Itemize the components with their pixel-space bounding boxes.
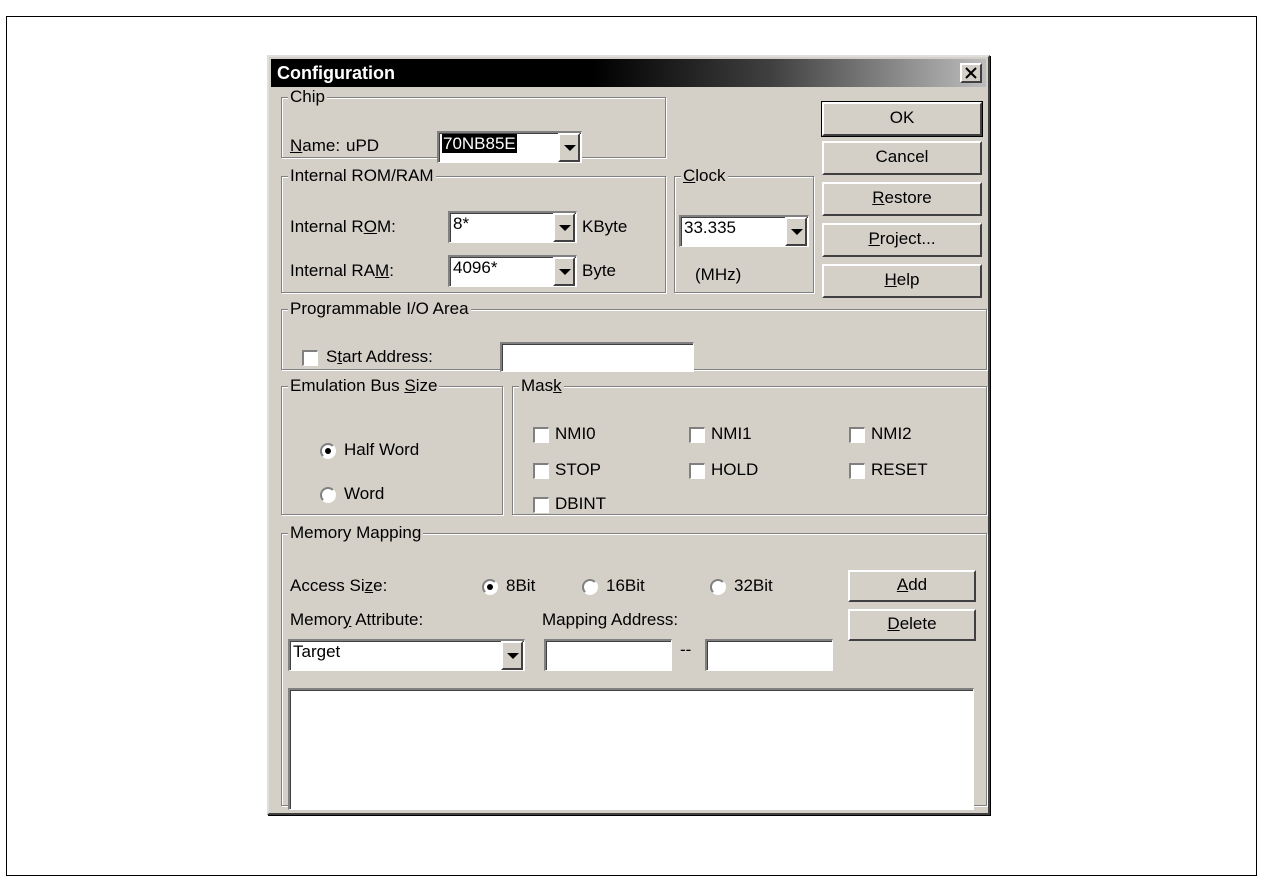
half-word-label: Half Word bbox=[344, 440, 420, 459]
mapping-address-separator: -- bbox=[680, 640, 692, 659]
internal-rom-label: Internal ROM: bbox=[290, 217, 396, 236]
internal-rom-dropdown-button[interactable] bbox=[553, 213, 575, 242]
stop-label: STOP bbox=[555, 460, 601, 479]
internal-rom-ram-group: Internal ROM/RAM Internal ROM: 8* KByte … bbox=[281, 167, 666, 293]
memory-mapping-legend: Memory Mapping bbox=[288, 523, 424, 542]
start-address-input[interactable] bbox=[500, 342, 694, 372]
half-word-radio[interactable] bbox=[320, 443, 336, 459]
help-button[interactable]: Help bbox=[822, 264, 982, 298]
internal-ram-label: Internal RAM: bbox=[290, 261, 394, 280]
chevron-down-icon bbox=[559, 268, 571, 275]
hold-checkbox[interactable] bbox=[689, 463, 705, 479]
reset-label: RESET bbox=[871, 460, 928, 479]
restore-button[interactable]: Restore bbox=[822, 182, 982, 216]
nmi0-label: NMI0 bbox=[555, 424, 596, 443]
programmable-io-group: Programmable I/O Area Start Address: bbox=[281, 299, 987, 372]
access-16bit-label: 16Bit bbox=[606, 576, 645, 595]
close-button[interactable] bbox=[960, 63, 982, 83]
add-button[interactable]: Add bbox=[848, 570, 976, 602]
dbint-checkbox[interactable] bbox=[533, 497, 549, 513]
dialog-title: Configuration bbox=[277, 63, 395, 83]
nmi0-checkbox[interactable] bbox=[533, 427, 549, 443]
internal-rom-combo[interactable]: 8* bbox=[448, 211, 577, 243]
access-32bit-radio[interactable] bbox=[710, 579, 726, 595]
start-address-checkbox[interactable] bbox=[302, 350, 318, 366]
mapping-address-label: Mapping Address: bbox=[542, 610, 679, 629]
nmi1-label: NMI1 bbox=[711, 424, 752, 443]
chevron-down-icon bbox=[564, 144, 576, 151]
chevron-down-icon bbox=[559, 224, 571, 231]
memory-attribute-combo[interactable]: Target bbox=[288, 639, 525, 671]
mapping-address-to-input[interactable] bbox=[705, 639, 833, 671]
dbint-label: DBINT bbox=[555, 494, 606, 513]
cancel-button[interactable]: Cancel bbox=[822, 141, 982, 175]
internal-rom-unit: KByte bbox=[582, 217, 628, 236]
chip-group: Chip Name: uPD 70NB85E bbox=[281, 87, 666, 163]
word-radio[interactable] bbox=[320, 487, 336, 503]
access-size-label: Access Size: bbox=[290, 576, 388, 595]
clock-legend: Clock bbox=[681, 166, 728, 185]
chip-prefix-label: uPD bbox=[346, 136, 380, 155]
chip-name-label: Name: bbox=[290, 136, 341, 155]
title-bar: Configuration bbox=[271, 59, 986, 87]
chip-name-combo[interactable]: 70NB85E bbox=[437, 131, 582, 163]
chevron-down-icon bbox=[791, 228, 803, 235]
emulation-bus-size-legend: Emulation Bus Size bbox=[288, 376, 440, 395]
memory-mapping-group: Memory Mapping Access Size: 8Bit 16Bit 3… bbox=[281, 523, 987, 810]
project-button[interactable]: Project... bbox=[822, 223, 982, 257]
mask-legend: Mask bbox=[519, 376, 564, 395]
internal-ram-unit: Byte bbox=[582, 261, 617, 280]
start-address-label: Start Address: bbox=[326, 347, 433, 366]
access-32bit-label: 32Bit bbox=[734, 576, 773, 595]
delete-button[interactable]: Delete bbox=[848, 609, 976, 641]
chip-legend: Chip bbox=[288, 87, 327, 106]
memory-mapping-list[interactable] bbox=[288, 688, 974, 810]
mapping-address-from-input[interactable] bbox=[544, 639, 672, 671]
memory-attribute-dropdown-button[interactable] bbox=[501, 641, 523, 670]
clock-dropdown-button[interactable] bbox=[785, 217, 807, 246]
internal-ram-combo[interactable]: 4096* bbox=[448, 255, 577, 287]
hold-label: HOLD bbox=[711, 460, 759, 479]
memory-attribute-field[interactable]: Target bbox=[288, 639, 525, 671]
internal-rom-ram-legend: Internal ROM/RAM bbox=[288, 166, 436, 185]
programmable-io-legend: Programmable I/O Area bbox=[288, 299, 471, 318]
mask-group: Mask NMI0 NMI1 NMI2 STOP HOLD RESET DBIN… bbox=[512, 377, 987, 515]
chip-name-dropdown-button[interactable] bbox=[558, 133, 580, 162]
access-16bit-radio[interactable] bbox=[582, 579, 598, 595]
access-8bit-radio[interactable] bbox=[482, 579, 498, 595]
emulation-bus-size-group: Emulation Bus Size Half Word Word bbox=[281, 377, 503, 515]
nmi1-checkbox[interactable] bbox=[689, 427, 705, 443]
access-8bit-label: 8Bit bbox=[506, 576, 536, 595]
chevron-down-icon bbox=[507, 652, 519, 659]
nmi2-checkbox[interactable] bbox=[849, 427, 865, 443]
ok-button[interactable]: OK bbox=[821, 101, 983, 137]
memory-attribute-label: Memory Attribute: bbox=[290, 610, 424, 629]
reset-checkbox[interactable] bbox=[849, 463, 865, 479]
internal-ram-dropdown-button[interactable] bbox=[553, 257, 575, 286]
close-icon bbox=[965, 67, 977, 79]
stop-checkbox[interactable] bbox=[533, 463, 549, 479]
nmi2-label: NMI2 bbox=[871, 424, 912, 443]
clock-group: Clock 33.335 (MHz) bbox=[674, 167, 814, 293]
clock-combo[interactable]: 33.335 bbox=[679, 215, 809, 247]
clock-unit: (MHz) bbox=[695, 265, 742, 284]
configuration-dialog: Configuration Chip Name: uPD 70NB85E Int… bbox=[267, 55, 990, 815]
word-label: Word bbox=[344, 484, 385, 503]
